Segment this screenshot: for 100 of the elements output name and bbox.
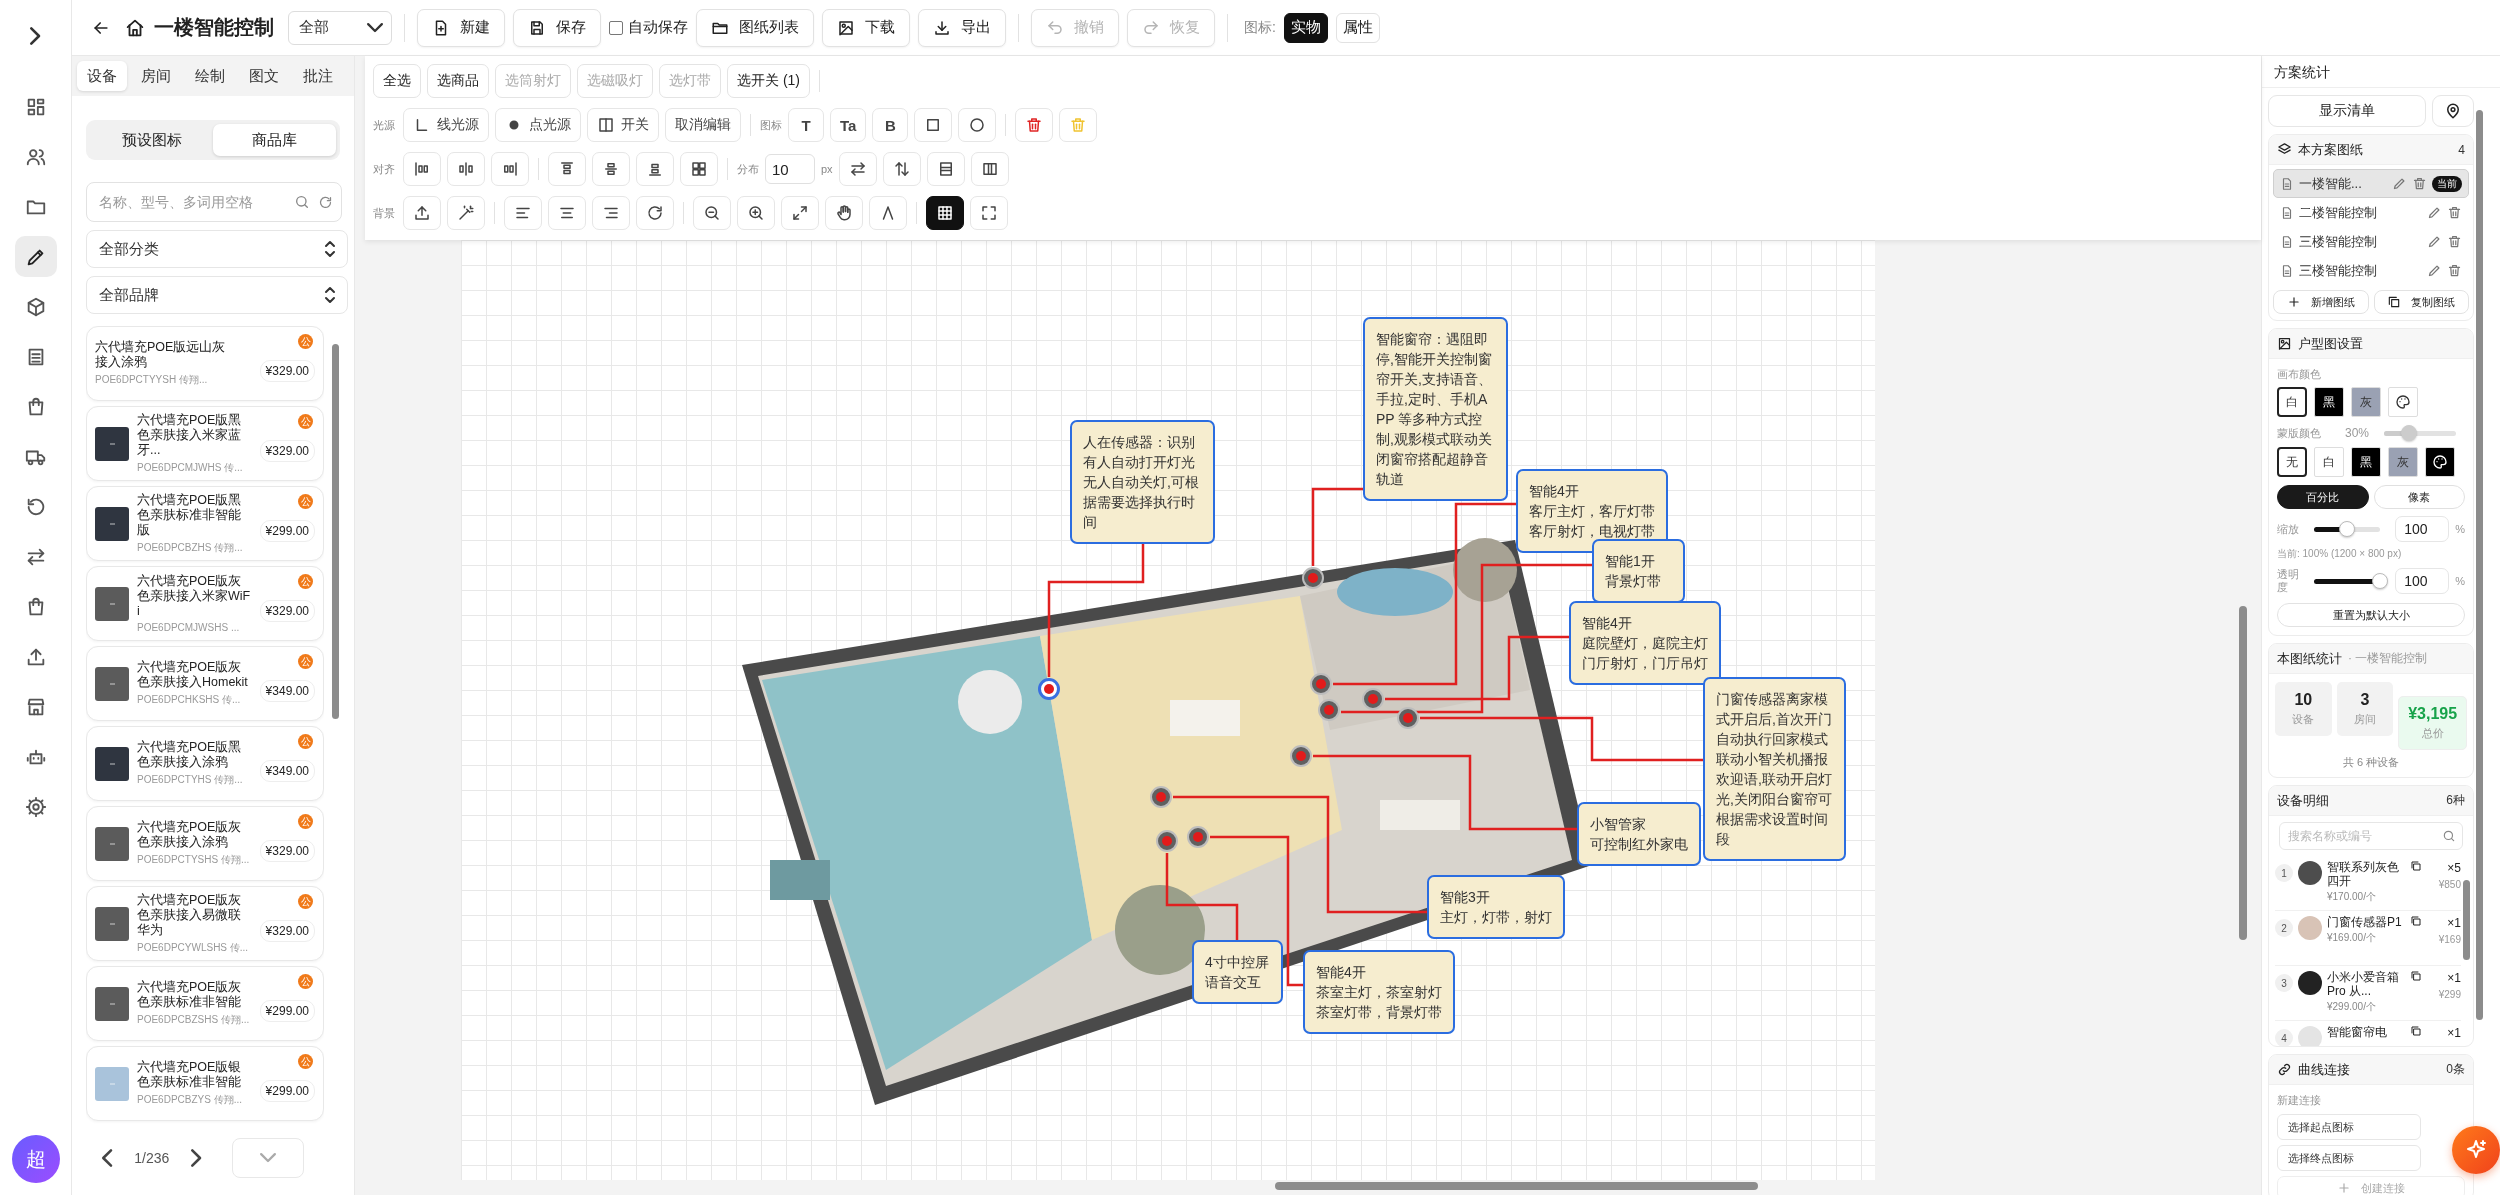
scope-select[interactable]: 全部 xyxy=(288,10,392,45)
panel-tab[interactable]: 绘制 xyxy=(185,61,235,91)
annotation-note[interactable]: 门窗传感器离家模式开启后,首次开门自动执行回家模式联动小智关机播报欢迎语,联动开启灯光,关闭阳台窗帘可根据需求设置时间段 xyxy=(1703,677,1846,861)
color-swatch[interactable]: 白 xyxy=(2277,387,2307,417)
trash-button[interactable] xyxy=(1015,108,1054,142)
text-style-button[interactable]: T xyxy=(788,108,824,142)
trash-icon[interactable] xyxy=(2412,176,2427,191)
drawing-list-button[interactable]: 图纸列表 xyxy=(696,8,814,47)
product-card[interactable]: 六代墙充POE版黑色亲肤接入涂鸦 POE6DPCTYHS 传翔... ¥349.00 公 xyxy=(86,726,324,801)
source-tab[interactable]: 预设图标 xyxy=(90,124,213,156)
drawing-item[interactable]: 三楼智能控制 xyxy=(2273,256,2469,285)
pencil-icon[interactable] xyxy=(2427,205,2442,220)
add-drawing-button[interactable]: 新增图纸 xyxy=(2273,290,2369,314)
search-input[interactable]: 搜索名称或编号 xyxy=(2286,828,2442,844)
upload-button[interactable] xyxy=(403,196,441,230)
new-button[interactable]: 新建 xyxy=(417,8,505,47)
download-button[interactable]: 下载 xyxy=(822,8,910,47)
square-button[interactable] xyxy=(914,108,953,142)
reset-size-button[interactable]: 重置为默认大小 xyxy=(2277,603,2465,627)
filter-select[interactable]: 全部分类 xyxy=(86,230,348,268)
unit-toggle[interactable]: 百分比 xyxy=(2277,485,2369,509)
search-icon[interactable] xyxy=(294,194,310,210)
up-down-arrows-button[interactable] xyxy=(882,152,921,186)
unit-toggle[interactable]: 像素 xyxy=(2373,485,2465,509)
panel-button[interactable]: 开关 xyxy=(587,108,659,142)
color-swatch[interactable]: 无 xyxy=(2277,447,2307,477)
product-card[interactable]: 六代墙充POE版黑色亲肤标准非智能版 POE6DPCBZHS 传翔... ¥299.00 公 xyxy=(86,486,324,561)
product-card[interactable]: 六代墙充POE版灰色亲肤接入Homekit POE6DPCHKSHS 传... ¥349.00 公 xyxy=(86,646,324,721)
checkbox[interactable] xyxy=(609,20,623,35)
scale-field[interactable]: 100 xyxy=(2395,516,2450,542)
previous-page-button[interactable] xyxy=(102,1149,113,1167)
color-swatch[interactable]: 灰 xyxy=(2351,387,2381,417)
trash-icon[interactable] xyxy=(2447,263,2462,278)
filter-select[interactable]: 全部品牌 xyxy=(86,276,348,314)
save-button[interactable]: 保存 xyxy=(513,8,601,47)
annotation-note[interactable]: 人在传感器：识别有人自动打开灯光无人自动关灯,可根据需要选择执行时间 xyxy=(1070,420,1215,544)
columns-button[interactable] xyxy=(970,152,1009,186)
opacity-field[interactable]: 100 xyxy=(2395,568,2450,594)
color-swatch[interactable]: 黑 xyxy=(2314,387,2344,417)
select-filter-button[interactable]: 全选 xyxy=(373,64,421,98)
rows-button[interactable] xyxy=(926,152,965,186)
end-icon-select[interactable]: 选择终点图标 xyxy=(2277,1145,2421,1171)
annotation-note[interactable]: 智能3开 主灯，灯带，射灯 xyxy=(1427,875,1565,939)
copy-icon[interactable] xyxy=(2410,1025,2422,1037)
align-bottom-button[interactable] xyxy=(636,152,674,186)
align-text-right-button[interactable] xyxy=(592,196,630,230)
align-text-left-button[interactable] xyxy=(504,196,542,230)
panel-tab[interactable]: 房间 xyxy=(131,61,181,91)
select-filter-button[interactable]: 选商品 xyxy=(427,64,489,98)
select-filter-button[interactable]: 选开关 (1) xyxy=(727,64,810,98)
product-card[interactable]: 六代墙充POE版灰色亲肤接入涂鸦 POE6DPCTYSHS 传翔... ¥329.00 公 xyxy=(86,806,324,881)
annotation-note[interactable]: 智能窗帘：遇阻即停,智能开关控制窗帘开关,支持语音、手拉,定时、手机APP 等多种方式控制,观影模式联动关闭窗帘搭配超静音轨道 xyxy=(1363,317,1508,501)
annotation-note[interactable]: 小智管家 可控制红外家电 xyxy=(1577,802,1701,866)
pencil-icon[interactable] xyxy=(2392,176,2407,191)
align-right-button[interactable] xyxy=(491,152,529,186)
slider-thumb[interactable] xyxy=(2372,573,2389,589)
color-swatch[interactable]: 黑 xyxy=(2351,447,2381,477)
swap-arrows-button[interactable] xyxy=(838,152,877,186)
refresh-button[interactable] xyxy=(636,196,674,230)
grid-button[interactable] xyxy=(926,196,964,230)
slider-thumb[interactable] xyxy=(2339,521,2356,537)
location-button[interactable] xyxy=(2432,95,2474,127)
drawing-item[interactable]: 一楼智能... 当前 xyxy=(2273,169,2469,198)
product-card[interactable]: 六代墙充POE版灰色亲肤接入米家WiFi POE6DPCMJWSHS ... ¥329.00 公 xyxy=(86,566,324,641)
product-card[interactable]: 六代墙充POE版灰色亲肤接入易微联华为 POE6DPCYWLSHS 传... ¥329.00 公 xyxy=(86,886,324,961)
align-middle-button[interactable] xyxy=(592,152,630,186)
search-field[interactable]: 搜索名称或编号 xyxy=(2279,822,2463,850)
panel-tab[interactable]: 批注 xyxy=(293,61,343,91)
zoom-out-button[interactable] xyxy=(693,196,731,230)
hand-button[interactable] xyxy=(825,196,863,230)
mode-tab[interactable]: 属性 xyxy=(1335,12,1380,43)
scrollbar[interactable] xyxy=(332,344,339,719)
custom-color-button[interactable] xyxy=(2388,387,2418,417)
drawing-item[interactable]: 三楼智能控制 xyxy=(2273,227,2469,256)
dot-button[interactable]: 点光源 xyxy=(495,108,581,142)
source-tab[interactable]: 商品库 xyxy=(213,124,336,156)
drawing-item[interactable]: 二楼智能控制 xyxy=(2273,198,2469,227)
trash-icon[interactable] xyxy=(2447,234,2462,249)
custom-color-button[interactable] xyxy=(2425,447,2455,477)
product-card[interactable]: 六代墙充POE版灰色亲肤标准非智能 POE6DPCBZSHS 传翔... ¥299.00 公 xyxy=(86,966,324,1041)
annotation-note[interactable]: 智能1开 背景灯带 xyxy=(1592,539,1685,603)
align-top-button[interactable] xyxy=(548,152,586,186)
copy-drawing-button[interactable]: 复制图纸 xyxy=(2373,290,2469,314)
show-list-button[interactable]: 显示清单 xyxy=(2268,95,2426,127)
product-card[interactable]: 六代墙充POE版远山灰接入涂鸦 POE6DPCTYYSH 传翔... ¥329.00 公 xyxy=(86,326,324,401)
align-text-center-button[interactable] xyxy=(548,196,586,230)
export-button[interactable]: 导出 xyxy=(918,8,1006,47)
fullscreen-button[interactable] xyxy=(970,196,1008,230)
zoom-in-button[interactable] xyxy=(737,196,775,230)
peak-button[interactable] xyxy=(869,196,907,230)
search-field[interactable]: 名称、型号、多词用空格 xyxy=(86,182,342,222)
copy-icon[interactable] xyxy=(2410,860,2422,872)
text-style-button[interactable]: Ta xyxy=(830,108,867,142)
cancel-edit-button[interactable]: 取消编辑 xyxy=(665,108,741,142)
panel-tab[interactable]: 图文 xyxy=(239,61,289,91)
start-icon-select[interactable]: 选择起点图标 xyxy=(2277,1114,2421,1140)
corner-button[interactable]: 线光源 xyxy=(403,108,489,142)
circle-button[interactable] xyxy=(958,108,997,142)
panel-tab[interactable]: 设备 xyxy=(77,61,127,91)
scrollbar[interactable] xyxy=(2463,880,2470,960)
